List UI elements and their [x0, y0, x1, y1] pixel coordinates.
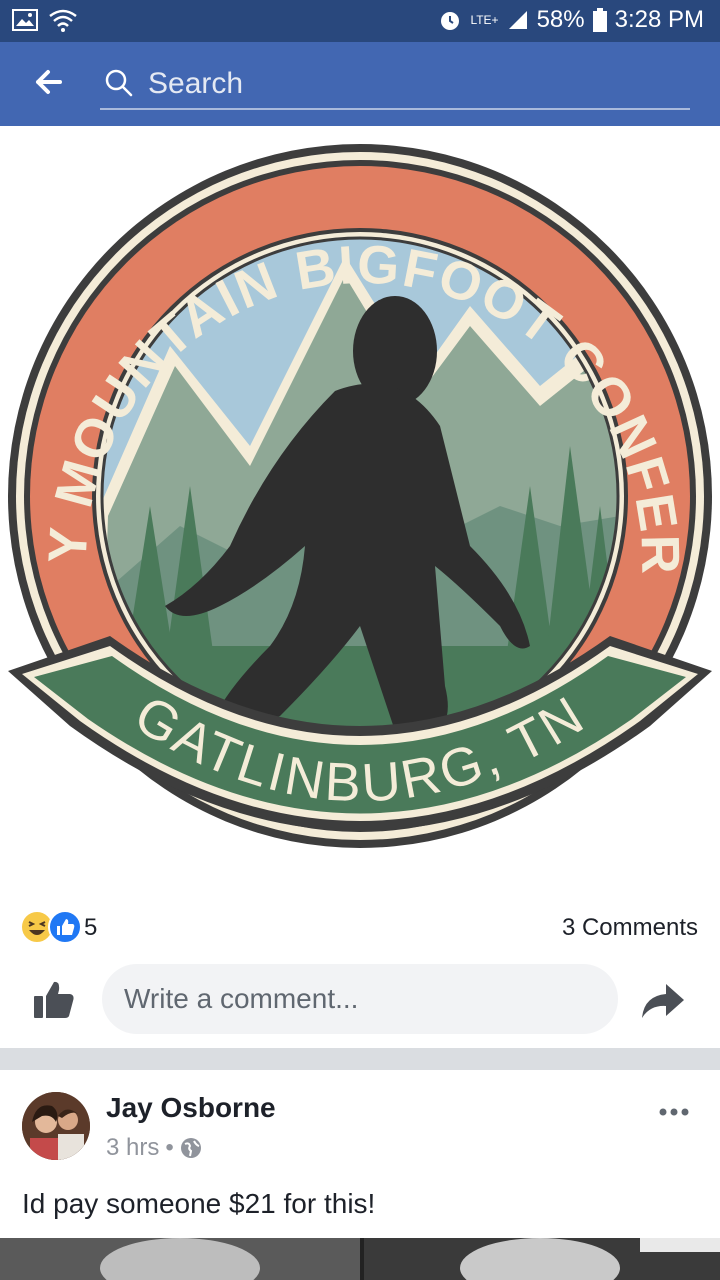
- comment-attachment-image[interactable]: [0, 1238, 720, 1280]
- thumbs-up-icon: [34, 981, 74, 1018]
- more-options-button[interactable]: [658, 1092, 690, 1124]
- like-button[interactable]: [30, 976, 78, 1024]
- reactions-row: 5 3 Comments: [0, 906, 720, 950]
- comment-time[interactable]: 3 hrs: [106, 1134, 159, 1162]
- post-image[interactable]: SMOKY MOUNTAIN BIGFOOT CONFERENCE GATLIN…: [0, 78, 720, 896]
- comment-input[interactable]: [102, 964, 618, 1034]
- battery-percent: 58%: [536, 6, 585, 33]
- share-button[interactable]: [638, 976, 688, 1024]
- search-input[interactable]: [146, 64, 680, 104]
- clock: 3:28 PM: [614, 6, 704, 33]
- comments-count[interactable]: 3 Comments: [562, 914, 698, 942]
- section-divider: [0, 1048, 720, 1070]
- profile-photo: [22, 1092, 90, 1160]
- arrow-left-icon: [36, 70, 62, 94]
- meta-separator: •: [165, 1134, 174, 1161]
- search-box: [100, 58, 690, 110]
- more-icon: [659, 1108, 689, 1116]
- network-label: LTE+: [470, 13, 499, 27]
- avatar[interactable]: [22, 1092, 90, 1160]
- signal-icon: [508, 11, 527, 29]
- back-button[interactable]: [30, 64, 70, 104]
- reaction-count[interactable]: 5: [84, 914, 97, 942]
- status-bar: LTE+ 58% 3:28 PM: [0, 0, 720, 42]
- comment-row: [0, 962, 720, 1038]
- battery-icon: [592, 8, 607, 32]
- bigfoot-conference-logo: SMOKY MOUNTAIN BIGFOOT CONFERENCE GATLIN…: [0, 78, 712, 848]
- wifi-icon: [49, 9, 77, 32]
- gallery-icon: [12, 9, 38, 31]
- attachment-photo: [0, 1238, 720, 1280]
- globe-icon: [180, 1138, 201, 1158]
- app-bar: [0, 42, 720, 126]
- comment-meta: 3 hrs •: [106, 1134, 202, 1162]
- alarm-icon: [441, 12, 460, 30]
- like-reaction-icon: [48, 910, 82, 944]
- share-arrow-icon: [642, 984, 684, 1018]
- search-icon: [105, 69, 133, 97]
- reaction-icons[interactable]: [20, 910, 82, 944]
- comment-author[interactable]: Jay Osborne: [106, 1092, 276, 1124]
- comment-text: Id pay someone $21 for this!: [22, 1188, 376, 1219]
